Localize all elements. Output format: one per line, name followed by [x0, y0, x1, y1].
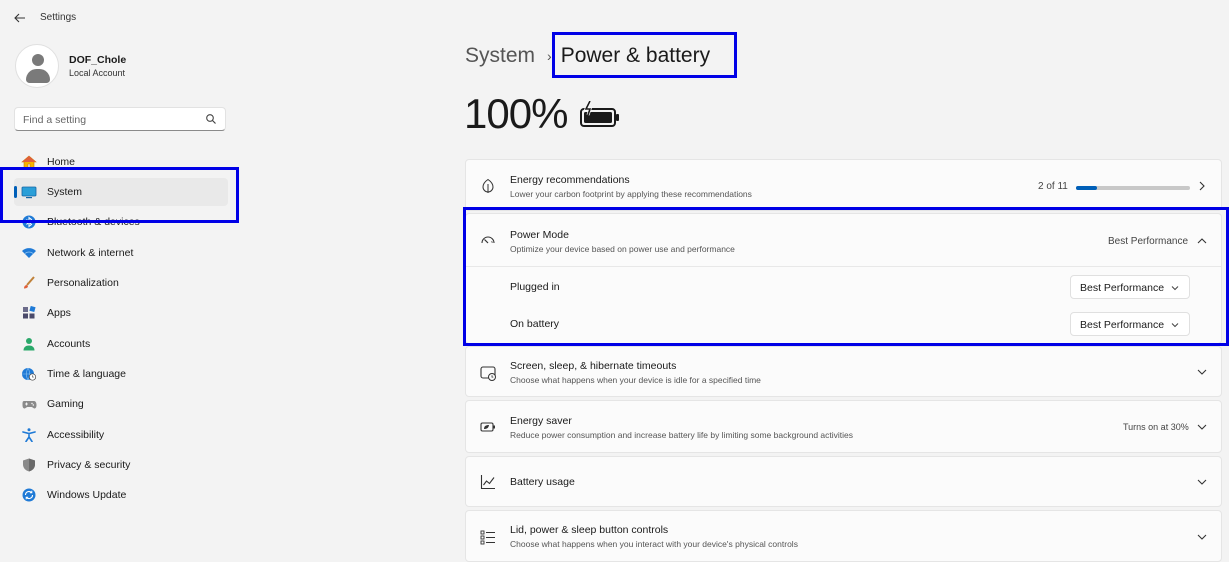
chevron-down-icon	[1197, 424, 1207, 430]
back-arrow-icon	[14, 13, 25, 23]
sidebar-item-accounts[interactable]: Accounts	[14, 330, 228, 358]
sidebar-item-time-language[interactable]: Time & language	[14, 360, 228, 388]
profile-account-type: Local Account	[69, 68, 126, 78]
leaf-icon	[482, 178, 494, 193]
search-placeholder: Find a setting	[23, 114, 87, 126]
power-mode-header[interactable]: Power Mode Optimize your device based on…	[466, 214, 1221, 266]
screen-sleep-card[interactable]: Screen, sleep, & hibernate timeouts Choo…	[465, 346, 1222, 397]
page-title: Power & battery	[560, 44, 711, 67]
on-battery-row: On battery Best Performance	[466, 304, 1221, 344]
back-button[interactable]	[12, 10, 28, 26]
home-icon	[21, 155, 37, 169]
battery-usage-card[interactable]: Battery usage	[465, 456, 1222, 507]
sidebar-item-label: Time & language	[47, 368, 126, 380]
breadcrumb-separator: ›	[547, 48, 552, 64]
sidebar-item-label: Network & internet	[47, 247, 134, 259]
energy-recommendations-title: Energy recommendations	[510, 174, 630, 186]
sidebar-item-label: Bluetooth & devices	[47, 216, 140, 228]
battery-percentage: 100%	[464, 90, 568, 137]
energy-progress-fill	[1076, 186, 1097, 190]
chevron-down-icon	[1171, 286, 1179, 291]
plugged-in-label: Plugged in	[510, 281, 560, 293]
sidebar-item-label: Home	[47, 156, 76, 168]
sidebar-item-home[interactable]: Home	[14, 148, 228, 176]
energy-saver-card[interactable]: Energy saver Reduce power consumption an…	[465, 400, 1222, 453]
energy-saver-subtitle: Reduce power consumption and increase ba…	[510, 430, 854, 440]
sidebar-item-label: Windows Update	[47, 489, 127, 501]
energy-recommendations-subtitle: Lower your carbon footprint by applying …	[510, 189, 752, 199]
energy-saver-title: Energy saver	[510, 415, 572, 427]
sidebar-item-label: Apps	[47, 307, 71, 319]
on-battery-label: On battery	[510, 318, 560, 330]
energy-saver-icon	[480, 422, 495, 432]
gamepad-icon	[22, 401, 37, 409]
search-icon	[206, 114, 216, 124]
lid-power-card[interactable]: Lid, power & sleep button controls Choos…	[465, 510, 1222, 562]
sidebar-item-label: Accounts	[47, 338, 91, 350]
screen-sleep-subtitle: Choose what happens when your device is …	[510, 375, 761, 385]
sidebar-item-label: Privacy & security	[47, 459, 131, 471]
selection-indicator	[14, 186, 17, 198]
globe-clock-icon	[22, 367, 37, 381]
sidebar-item-accessibility[interactable]: Accessibility	[14, 421, 228, 449]
power-mode-gauge-icon	[481, 236, 495, 244]
bluetooth-icon	[22, 215, 36, 229]
energy-progress-bar	[1076, 186, 1190, 190]
accounts-icon	[23, 338, 35, 351]
shield-icon	[23, 458, 35, 472]
plugged-in-row: Plugged in Best Performance	[466, 266, 1221, 304]
search-input[interactable]: Find a setting	[14, 107, 226, 131]
avatar	[15, 44, 59, 88]
power-mode-subtitle: Optimize your device based on power use …	[510, 244, 735, 254]
sidebar-item-apps[interactable]: Apps	[14, 299, 228, 327]
sidebar-item-system[interactable]: System	[14, 178, 228, 206]
battery-charging-icon	[580, 101, 619, 127]
chevron-down-icon	[1197, 369, 1207, 375]
sidebar-item-bluetooth[interactable]: Bluetooth & devices	[14, 208, 228, 236]
sidebar-item-label: Gaming	[47, 398, 84, 410]
user-profile[interactable]: DOF_Chole Local Account	[15, 44, 126, 88]
plugged-in-selected: Best Performance	[1080, 282, 1165, 294]
chart-icon	[480, 475, 495, 490]
on-battery-selected: Best Performance	[1080, 319, 1165, 331]
chevron-down-icon	[1197, 534, 1207, 540]
window-title: Settings	[40, 12, 77, 23]
power-mode-value: Best Performance	[1108, 236, 1189, 247]
breadcrumb: System › Power & battery	[465, 44, 710, 68]
energy-progress-text: 2 of 11	[1038, 181, 1068, 192]
screen-sleep-title: Screen, sleep, & hibernate timeouts	[510, 360, 677, 372]
power-mode-title: Power Mode	[510, 229, 569, 241]
sidebar-item-privacy-security[interactable]: Privacy & security	[14, 451, 228, 479]
chevron-down-icon	[1171, 323, 1179, 328]
chevron-down-icon	[1197, 479, 1207, 485]
breadcrumb-parent[interactable]: System	[465, 44, 535, 68]
lid-power-title: Lid, power & sleep button controls	[510, 524, 669, 536]
chevron-right-icon	[1199, 181, 1205, 191]
list-controls-icon	[480, 530, 495, 545]
brush-icon	[24, 276, 35, 289]
on-battery-dropdown[interactable]: Best Performance	[1070, 312, 1190, 336]
accessibility-icon	[22, 428, 36, 442]
apps-icon	[23, 306, 36, 319]
sidebar-item-personalization[interactable]: Personalization	[14, 269, 228, 297]
screen-sleep-icon	[480, 366, 496, 381]
chevron-up-icon	[1197, 238, 1207, 244]
plugged-in-dropdown[interactable]: Best Performance	[1070, 275, 1190, 299]
sidebar-item-windows-update[interactable]: Windows Update	[14, 481, 228, 509]
sidebar-item-label: Personalization	[47, 277, 119, 289]
system-icon	[21, 186, 37, 199]
sidebar-item-label: Accessibility	[47, 429, 105, 441]
lid-power-subtitle: Choose what happens when you interact wi…	[510, 539, 798, 549]
battery-usage-title: Battery usage	[510, 476, 575, 488]
sidebar-item-label: System	[47, 186, 83, 198]
wifi-icon	[22, 248, 36, 258]
profile-name: DOF_Chole	[69, 54, 127, 66]
energy-recommendations-card[interactable]: Energy recommendations Lower your carbon…	[465, 159, 1222, 211]
update-icon	[22, 488, 36, 502]
power-mode-card: Power Mode Optimize your device based on…	[465, 213, 1222, 344]
sidebar-item-gaming[interactable]: Gaming	[14, 390, 228, 418]
sidebar-item-network[interactable]: Network & internet	[14, 239, 228, 267]
energy-saver-status: Turns on at 30%	[1123, 422, 1189, 432]
